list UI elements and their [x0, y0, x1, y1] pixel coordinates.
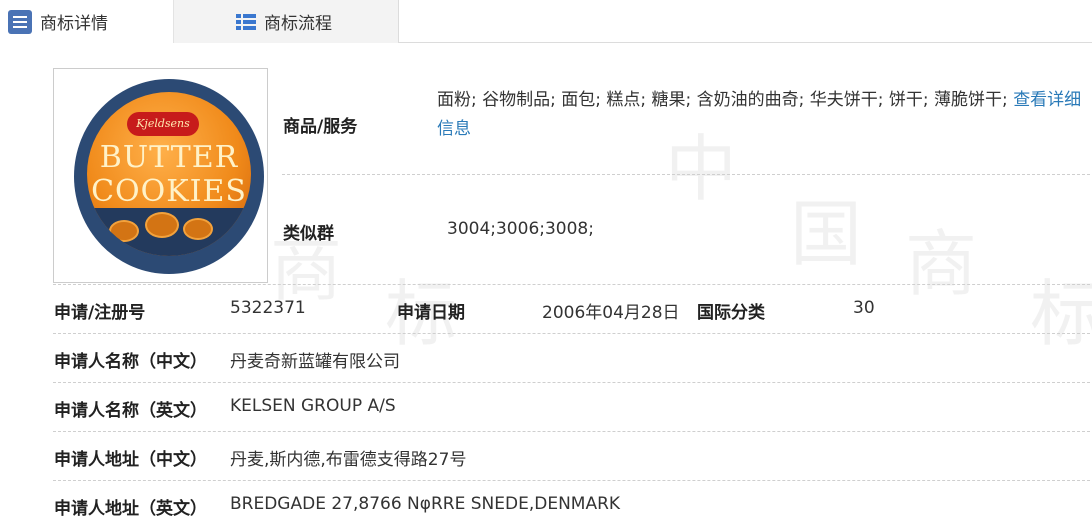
list-icon — [8, 9, 32, 34]
divider — [53, 284, 1090, 285]
applicant-address-cn-label: 申请人地址（中文） — [54, 450, 207, 470]
registration-number-label: 申请/注册号 — [54, 303, 146, 323]
cookie-tin-image: Kjeldsens BUTTER COOKIES — [74, 79, 264, 274]
applicant-name-cn-value: 丹麦奇新蓝罐有限公司 — [230, 352, 400, 372]
divider — [282, 174, 1090, 175]
divider — [53, 333, 1090, 334]
registration-number-value: 5322371 — [230, 298, 306, 318]
watermark-char: 国 — [790, 192, 863, 276]
divider — [53, 382, 1090, 383]
watermark-char: 商 — [905, 222, 978, 306]
watermark-char: 标 — [1030, 272, 1092, 356]
divider — [53, 480, 1090, 481]
brand-word-line1: BUTTER — [99, 140, 239, 175]
applicant-name-en-label: 申请人名称（英文） — [54, 401, 207, 421]
international-class-label: 国际分类 — [697, 303, 765, 323]
tab-label: 商标流程 — [264, 14, 332, 34]
similar-group-value: 3004;3006;3008; — [447, 219, 594, 239]
divider — [53, 431, 1090, 432]
trademark-image[interactable]: Kjeldsens BUTTER COOKIES — [53, 68, 268, 283]
applicant-name-cn-label: 申请人名称（中文） — [54, 352, 207, 372]
application-date-value: 2006年04月28日 — [542, 303, 680, 323]
applicant-address-en-label: 申请人地址（英文） — [54, 499, 207, 519]
applicant-address-cn-value: 丹麦,斯内德,布雷德支得路27号 — [230, 450, 467, 470]
brand-badge: Kjeldsens — [127, 112, 199, 136]
goods-label: 商品/服务 — [283, 117, 358, 137]
application-date-label: 申请日期 — [397, 303, 465, 323]
goods-value: 面粉; 谷物制品; 面包; 糕点; 糖果; 含奶油的曲奇; 华夫饼干; 饼干; … — [437, 86, 1087, 144]
tab-trademark-detail[interactable]: 商标详情 — [0, 0, 174, 43]
table-list-icon — [236, 12, 256, 32]
brand-word-line2: COOKIES — [91, 174, 247, 209]
applicant-name-en-value: KELSEN GROUP A/S — [230, 396, 396, 416]
goods-text: 面粉; 谷物制品; 面包; 糕点; 糖果; 含奶油的曲奇; 华夫饼干; 饼干; … — [437, 90, 1008, 110]
international-class-value: 30 — [853, 298, 875, 318]
tab-label: 商标详情 — [40, 14, 108, 34]
tab-bar: 商标详情 商标流程 — [0, 0, 1092, 43]
similar-group-label: 类似群 — [283, 224, 334, 244]
tab-trademark-flow[interactable]: 商标流程 — [174, 0, 399, 43]
applicant-address-en-value: BREDGADE 27,8766 NφRRE SNEDE,DENMARK — [230, 494, 621, 514]
